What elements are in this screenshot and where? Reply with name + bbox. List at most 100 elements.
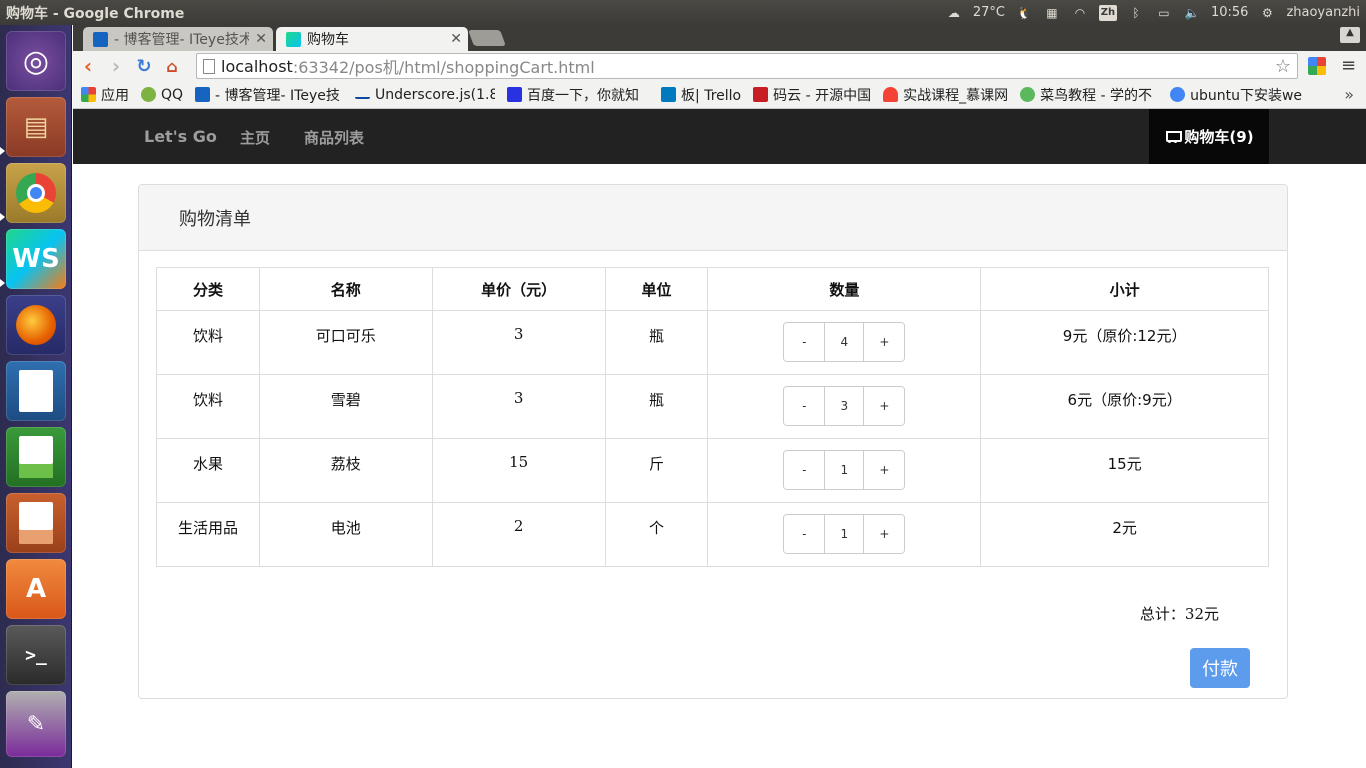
files-icon[interactable]: ▤	[6, 97, 66, 157]
bookmark-imooc[interactable]: 实战课程_慕课网	[883, 85, 1008, 105]
cell-unit: 瓶	[604, 310, 709, 375]
menu-icon[interactable]: ≡	[1341, 55, 1356, 76]
ubuntu-dash-icon[interactable]: ◎	[6, 31, 66, 91]
cell-category: 饮料	[156, 310, 260, 375]
bookmarks-bar: 应用 QQ - 博客管理- ITeye技 Underscore.js(1.8 百…	[73, 81, 1366, 109]
bluetooth-icon[interactable]: ᛒ	[1127, 6, 1145, 20]
battery-icon[interactable]: ▭	[1155, 6, 1173, 20]
bookmark-star-icon[interactable]: ☆	[1275, 56, 1291, 77]
webstorm-favicon-icon	[286, 31, 301, 47]
bookmark-trello[interactable]: 板| Trello	[661, 85, 741, 105]
gear-icon[interactable]: ⚙	[1258, 6, 1276, 20]
weather-temp[interactable]: 27°C	[973, 5, 1005, 20]
column-header: 单位	[604, 267, 709, 311]
bookmark-iteye[interactable]: - 博客管理- ITeye技	[195, 85, 343, 105]
web-page: Let's Go 主页 商品列表 购物车(9) 购物清单 分类 名称 单价（元）…	[73, 109, 1366, 768]
tab-label: - 博客管理- ITeye技术	[114, 32, 250, 48]
cell-price: 2	[431, 502, 606, 567]
bookmark-baidu[interactable]: 百度一下，你就知	[507, 85, 649, 105]
underscore-icon	[355, 91, 371, 99]
cell-price: 3	[431, 310, 606, 375]
total-label: 总计：	[1139, 605, 1185, 623]
increase-button[interactable]: +	[864, 451, 905, 489]
pay-button[interactable]: 付款	[1190, 648, 1250, 688]
decrease-button[interactable]: -	[784, 323, 825, 361]
column-header: 单价（元）	[431, 267, 606, 311]
bookmark-ubuntu[interactable]: ubuntu下安装we	[1170, 85, 1308, 105]
decrease-button[interactable]: -	[784, 515, 825, 553]
cell-category: 饮料	[156, 374, 260, 439]
bookmark-label: QQ	[161, 86, 184, 103]
increase-button[interactable]: +	[864, 387, 905, 425]
quantity-input[interactable]: 1	[824, 451, 865, 489]
nav-home[interactable]: 主页	[240, 127, 270, 148]
panel-title: 购物清单	[139, 185, 1287, 251]
table-row: 饮料 可口可乐 3 瓶 - 4 + 9元（原价:12元）	[156, 310, 1269, 375]
increase-button[interactable]: +	[864, 323, 905, 361]
clock[interactable]: 10:56	[1211, 5, 1248, 20]
column-header: 名称	[258, 267, 433, 311]
bookmark-apps[interactable]: 应用	[81, 85, 129, 105]
cart-icon	[1164, 130, 1183, 143]
bookmark-qq[interactable]: QQ	[141, 87, 183, 103]
bookmark-label: 百度一下，你就知	[527, 87, 640, 104]
cell-category: 水果	[156, 438, 260, 503]
terminal-icon[interactable]: >_	[6, 625, 66, 685]
webstorm-icon[interactable]: WS	[6, 229, 66, 289]
profile-icon[interactable]: ▲	[1340, 27, 1360, 43]
bookmark-label: 菜鸟教程 - 学的不	[1040, 87, 1153, 104]
tab-iteye[interactable]: - 博客管理- ITeye技术 ✕	[83, 27, 273, 51]
bookmark-label: 码云 - 开源中国	[773, 87, 872, 104]
iteye-icon	[195, 87, 211, 102]
total-value: 32元	[1184, 605, 1219, 623]
home-icon[interactable]: ⌂	[159, 53, 185, 79]
reload-icon[interactable]: ↻	[131, 53, 157, 79]
launcher-pip	[0, 279, 5, 287]
bookmark-gitee[interactable]: 码云 - 开源中国	[753, 85, 871, 105]
cart-table: 分类 名称 单价（元） 单位 数量 小计 饮料 可口可乐 3 瓶 - 4 + 9…	[156, 267, 1269, 567]
bookmark-runoob[interactable]: 菜鸟教程 - 学的不	[1020, 85, 1158, 105]
navbar-brand[interactable]: Let's Go	[144, 127, 217, 146]
username[interactable]: zhaoyanzhi	[1286, 5, 1360, 20]
bookmarks-overflow-icon[interactable]: »	[1344, 85, 1354, 104]
quantity-input[interactable]: 3	[824, 387, 865, 425]
quantity-input[interactable]: 1	[824, 515, 865, 553]
nav-products[interactable]: 商品列表	[304, 127, 364, 148]
close-icon[interactable]: ✕	[450, 31, 462, 47]
increase-button[interactable]: +	[864, 515, 905, 553]
chrome-icon[interactable]	[6, 163, 66, 223]
trash-icon[interactable]: ✎	[6, 691, 66, 757]
quantity-input[interactable]: 4	[824, 323, 865, 361]
extension-icon[interactable]	[1308, 57, 1326, 75]
column-header: 小计	[980, 267, 1269, 311]
impress-icon[interactable]	[6, 493, 66, 553]
runoob-icon	[1020, 87, 1036, 102]
volume-icon[interactable]: 🔈	[1183, 6, 1201, 20]
quantity-stepper: - 1 +	[783, 514, 906, 554]
software-center-icon[interactable]: A	[6, 559, 66, 619]
calc-icon[interactable]	[6, 427, 66, 487]
cell-subtotal: 9元（原价:12元）	[980, 310, 1269, 375]
wifi-icon[interactable]: ◠	[1071, 6, 1089, 20]
firefox-icon[interactable]	[6, 295, 66, 355]
cell-unit: 斤	[604, 438, 709, 503]
browser-tabstrip: - 博客管理- ITeye技术 ✕ 购物车 ✕ ▲	[73, 25, 1366, 51]
address-bar[interactable]: localhost:63342/pos机/html/shoppingCart.h…	[196, 53, 1298, 79]
close-icon[interactable]: ✕	[255, 31, 267, 47]
decrease-button[interactable]: -	[784, 387, 825, 425]
tab-shopping-cart[interactable]: 购物车 ✕	[276, 27, 468, 51]
table-row: 饮料 雪碧 3 瓶 - 3 + 6元（原价:9元）	[156, 374, 1269, 439]
penguin-icon[interactable]: 🐧	[1015, 6, 1033, 20]
input-method-indicator[interactable]: Zh	[1098, 4, 1117, 21]
cell-name: 荔枝	[258, 438, 433, 503]
decrease-button[interactable]: -	[784, 451, 825, 489]
new-tab-button[interactable]	[468, 30, 506, 46]
forward-icon[interactable]: ›	[103, 53, 129, 79]
writer-icon[interactable]	[6, 361, 66, 421]
calendar-icon[interactable]: ▦	[1043, 6, 1061, 20]
weather-icon[interactable]: ☁	[945, 6, 963, 20]
site-navbar: Let's Go 主页 商品列表 购物车(9)	[73, 109, 1366, 164]
back-icon[interactable]: ‹	[75, 53, 101, 79]
cart-link[interactable]: 购物车(9)	[1149, 109, 1269, 164]
bookmark-underscore[interactable]: Underscore.js(1.8	[355, 87, 495, 103]
